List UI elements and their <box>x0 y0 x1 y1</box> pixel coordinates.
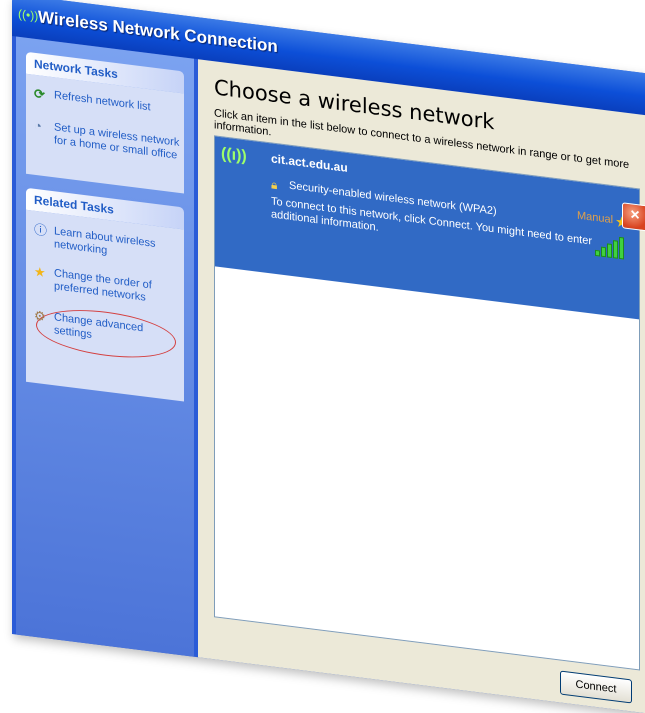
task-setup-wireless-network[interactable]: ◔ Set up a wireless network for a home o… <box>34 117 184 162</box>
task-label: Refresh network list <box>54 89 151 114</box>
network-name: cit.act.edu.au <box>271 151 348 175</box>
task-label: Set up a wireless network for a home or … <box>54 121 180 162</box>
wireless-antenna-icon: ((ı)) <box>221 145 247 166</box>
close-icon[interactable]: × <box>622 202 645 232</box>
network-tasks-panel: ⟳ Refresh network list ◔ Set up a wirele… <box>26 73 184 194</box>
info-icon: ⓘ <box>34 221 48 239</box>
star-icon: ★ <box>34 263 46 281</box>
network-status: Manual <box>577 209 614 227</box>
main-content: Choose a wireless network Click an item … <box>198 59 645 713</box>
task-change-advanced-settings[interactable]: ⚙ Change advanced settings <box>34 303 184 365</box>
task-label: Learn about wireless networking <box>54 225 156 257</box>
refresh-icon: ⟳ <box>34 85 45 103</box>
network-list[interactable]: ((ı)) cit.act.edu.au 🔒︎ Security-enabled… <box>214 135 640 671</box>
wireless-setup-icon: ◔ <box>34 117 42 134</box>
connect-button[interactable]: Connect <box>560 670 632 704</box>
task-change-network-order[interactable]: ★ Change the order of preferred networks <box>34 263 184 304</box>
settings-icon: ⚙ <box>34 307 46 325</box>
screenshot-stage: ((•)) Wireless Network Connection Networ… <box>0 0 645 713</box>
task-sidebar: Network Tasks ⟳ Refresh network list ◔ S… <box>16 36 194 657</box>
related-tasks-panel: ⓘ Learn about wireless networking ★ Chan… <box>26 209 184 402</box>
wireless-network-icon: ((•)) <box>18 6 39 24</box>
task-label: Change the order of preferred networks <box>54 267 152 304</box>
lock-icon: 🔒︎ <box>271 177 278 193</box>
wireless-network-window: ((•)) Wireless Network Connection Networ… <box>12 0 645 713</box>
signal-strength-icon <box>595 234 629 260</box>
